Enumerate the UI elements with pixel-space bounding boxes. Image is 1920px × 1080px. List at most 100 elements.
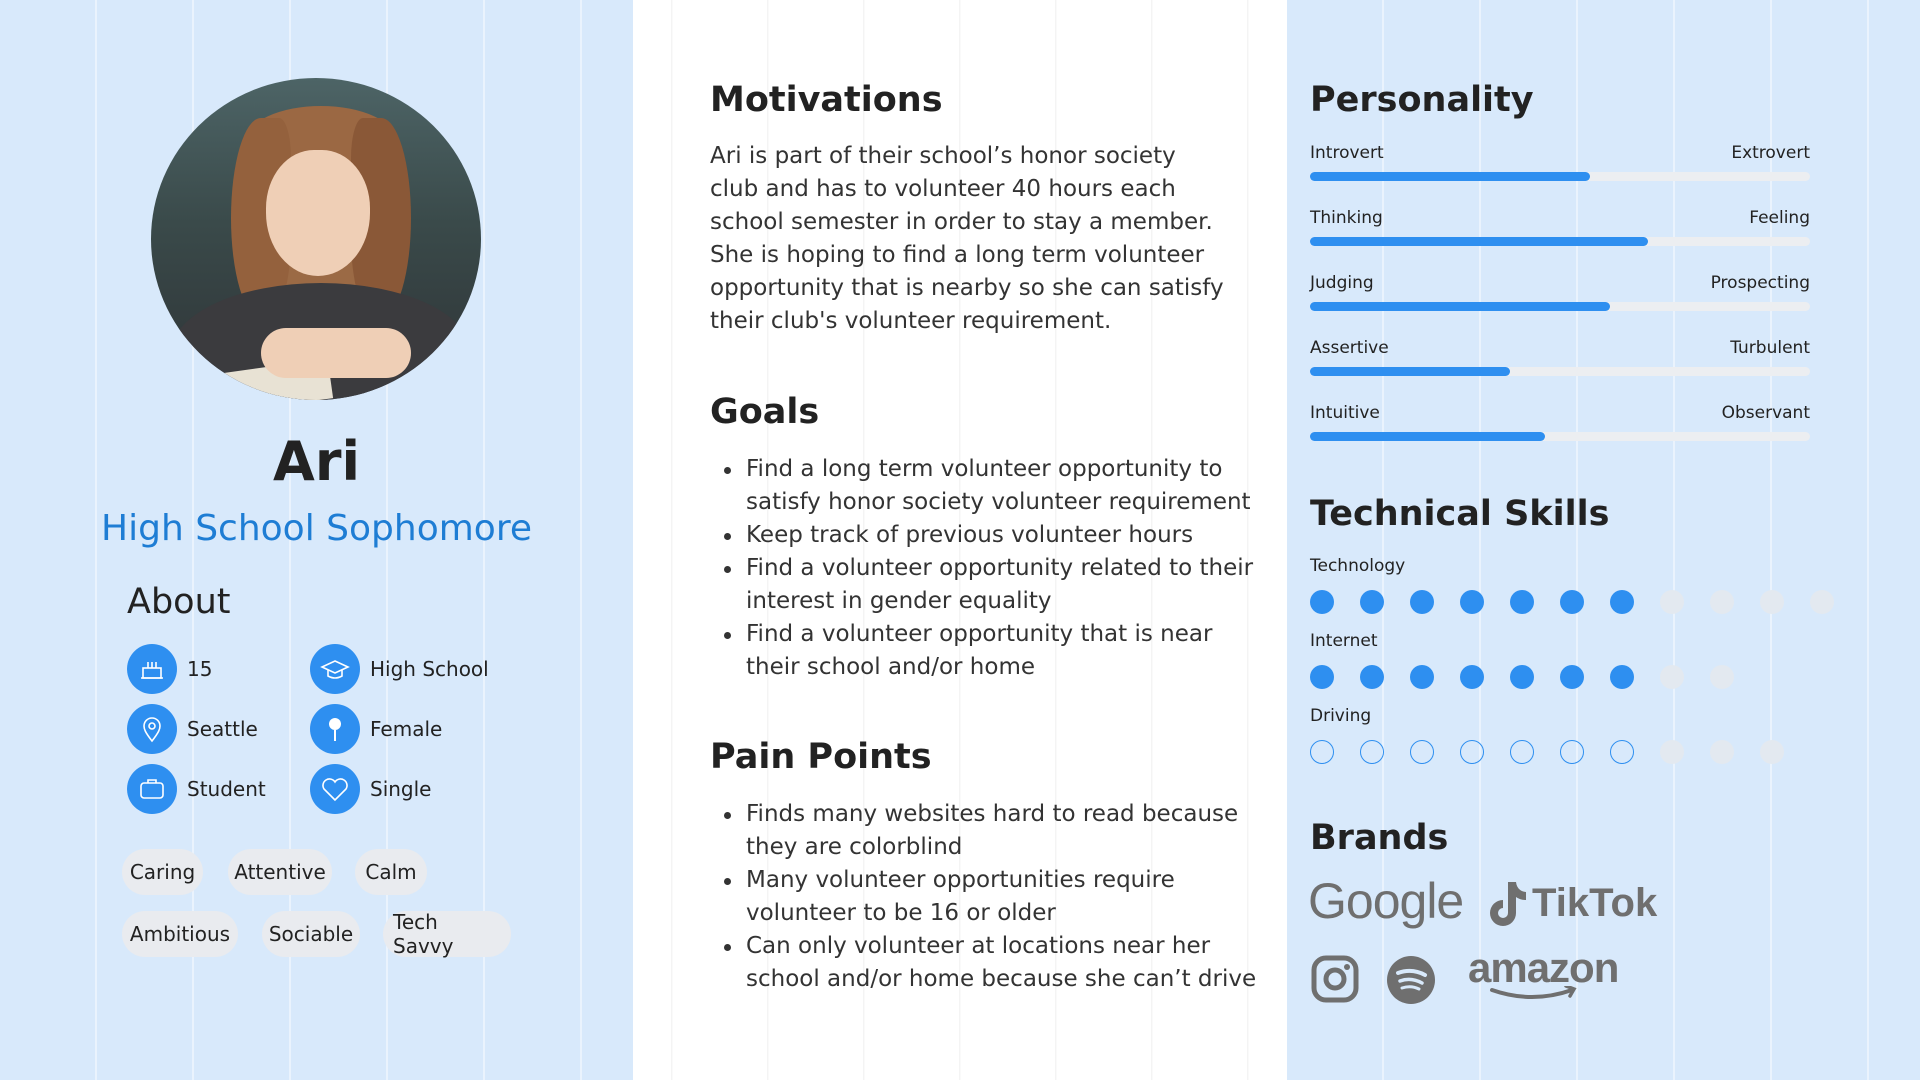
gender-pin-icon	[310, 704, 360, 754]
brands-title: Brands	[1310, 818, 1449, 858]
instagram-logo	[1311, 955, 1359, 1008]
cake-icon	[127, 644, 177, 694]
spotify-logo	[1386, 955, 1436, 1010]
about-item-label: High School	[370, 657, 489, 681]
trait-fill	[1310, 237, 1648, 246]
skill-dot	[1710, 665, 1734, 689]
trait-slider: Thinking Feeling	[1310, 208, 1810, 258]
pain-points-title: Pain Points	[710, 737, 932, 777]
skill-dot	[1360, 665, 1384, 689]
trait-tag: Tech Savvy	[383, 910, 511, 958]
about-item-gender: Female	[310, 704, 442, 754]
trait-track	[1310, 302, 1810, 311]
list-item: Many volunteer opportunities require vol…	[710, 864, 1270, 930]
skill-dot	[1510, 665, 1534, 689]
list-item: Can only volunteer at locations near her…	[710, 930, 1270, 996]
trait-left-label: Assertive	[1310, 338, 1389, 358]
skill-dot	[1560, 665, 1584, 689]
skill-dot	[1610, 740, 1634, 764]
goals-title: Goals	[710, 392, 820, 432]
trait-slider: Judging Prospecting	[1310, 273, 1810, 323]
skill-label: Technology	[1310, 556, 1406, 576]
trait-tag: Ambitious	[122, 911, 238, 957]
list-item: Find a volunteer opportunity that is nea…	[710, 618, 1270, 684]
skill-dot	[1410, 590, 1434, 614]
trait-fill	[1310, 367, 1510, 376]
about-item-education: High School	[310, 644, 489, 694]
tiktok-icon	[1490, 882, 1526, 926]
about-item-relationship: Single	[310, 764, 431, 814]
amazon-smile-icon	[1490, 986, 1577, 999]
instagram-icon	[1311, 955, 1359, 1003]
trait-track	[1310, 367, 1810, 376]
skill-dot	[1710, 590, 1734, 614]
skill-label: Internet	[1310, 631, 1378, 651]
skill-dot	[1660, 665, 1684, 689]
skill-dot	[1460, 740, 1484, 764]
about-title: About	[127, 582, 231, 622]
skill-dot	[1460, 665, 1484, 689]
tiktok-label: TikTok	[1532, 880, 1658, 925]
skill-rating	[1310, 740, 1810, 766]
about-item-label: Seattle	[187, 717, 258, 741]
trait-tag: Sociable	[262, 911, 360, 957]
persona-role: High School Sophomore	[101, 508, 532, 549]
avatar	[151, 78, 481, 400]
about-item-label: Student	[187, 777, 266, 801]
persona-name: Ari	[273, 430, 360, 493]
skill-rating	[1310, 590, 1860, 616]
skill-dot	[1760, 740, 1784, 764]
trait-tag: Calm	[355, 849, 427, 895]
personality-title: Personality	[1310, 80, 1534, 120]
briefcase-icon	[127, 764, 177, 814]
list-item: Find a volunteer opportunity related to …	[710, 552, 1270, 618]
skill-dot	[1310, 665, 1334, 689]
trait-track	[1310, 432, 1810, 441]
technical-skills-title: Technical Skills	[1310, 494, 1610, 534]
motivations-title: Motivations	[710, 80, 943, 120]
list-item: Keep track of previous volunteer hours	[710, 519, 1270, 552]
skill-dot	[1410, 740, 1434, 764]
google-logo: Google	[1308, 873, 1464, 929]
trait-left-label: Intuitive	[1310, 403, 1380, 423]
trait-fill	[1310, 172, 1590, 181]
trait-track	[1310, 172, 1810, 181]
trait-tag: Caring	[122, 849, 203, 895]
skill-dot	[1660, 740, 1684, 764]
skill-label: Driving	[1310, 706, 1372, 726]
skill-dot	[1510, 740, 1534, 764]
tiktok-logo: TikTok	[1484, 878, 1657, 928]
location-pin-icon	[127, 704, 177, 754]
trait-track	[1310, 237, 1810, 246]
trait-tag: Attentive	[228, 849, 332, 895]
about-item-label: 15	[187, 657, 213, 681]
skill-dot	[1610, 665, 1634, 689]
skill-dot	[1460, 590, 1484, 614]
trait-right-label: Turbulent	[1730, 338, 1810, 358]
motivations-text: Ari is part of their school’s honor soci…	[710, 143, 1224, 334]
trait-slider: Intuitive Observant	[1310, 403, 1810, 453]
about-item-location: Seattle	[127, 704, 258, 754]
about-item-occupation: Student	[127, 764, 266, 814]
trait-slider: Introvert Extrovert	[1310, 143, 1810, 193]
trait-left-label: Introvert	[1310, 143, 1384, 163]
skill-dot	[1410, 665, 1434, 689]
skill-rating	[1310, 665, 1760, 691]
skill-dot	[1560, 590, 1584, 614]
trait-left-label: Judging	[1310, 273, 1374, 293]
skill-dot	[1360, 590, 1384, 614]
list-item: Finds many websites hard to read because…	[710, 798, 1270, 864]
about-item-age: 15	[127, 644, 212, 694]
about-item-label: Female	[370, 717, 443, 741]
pain-points-list: Finds many websites hard to read because…	[710, 798, 1270, 996]
trait-right-label: Prospecting	[1710, 273, 1810, 293]
skill-dot	[1710, 740, 1734, 764]
amazon-logo: amazon	[1468, 944, 1619, 999]
trait-right-label: Feeling	[1749, 208, 1810, 228]
skill-dot	[1510, 590, 1534, 614]
trait-slider: Assertive Turbulent	[1310, 338, 1810, 388]
skill-dot	[1310, 590, 1334, 614]
skill-dot	[1660, 590, 1684, 614]
trait-right-label: Extrovert	[1731, 143, 1810, 163]
trait-right-label: Observant	[1721, 403, 1810, 423]
